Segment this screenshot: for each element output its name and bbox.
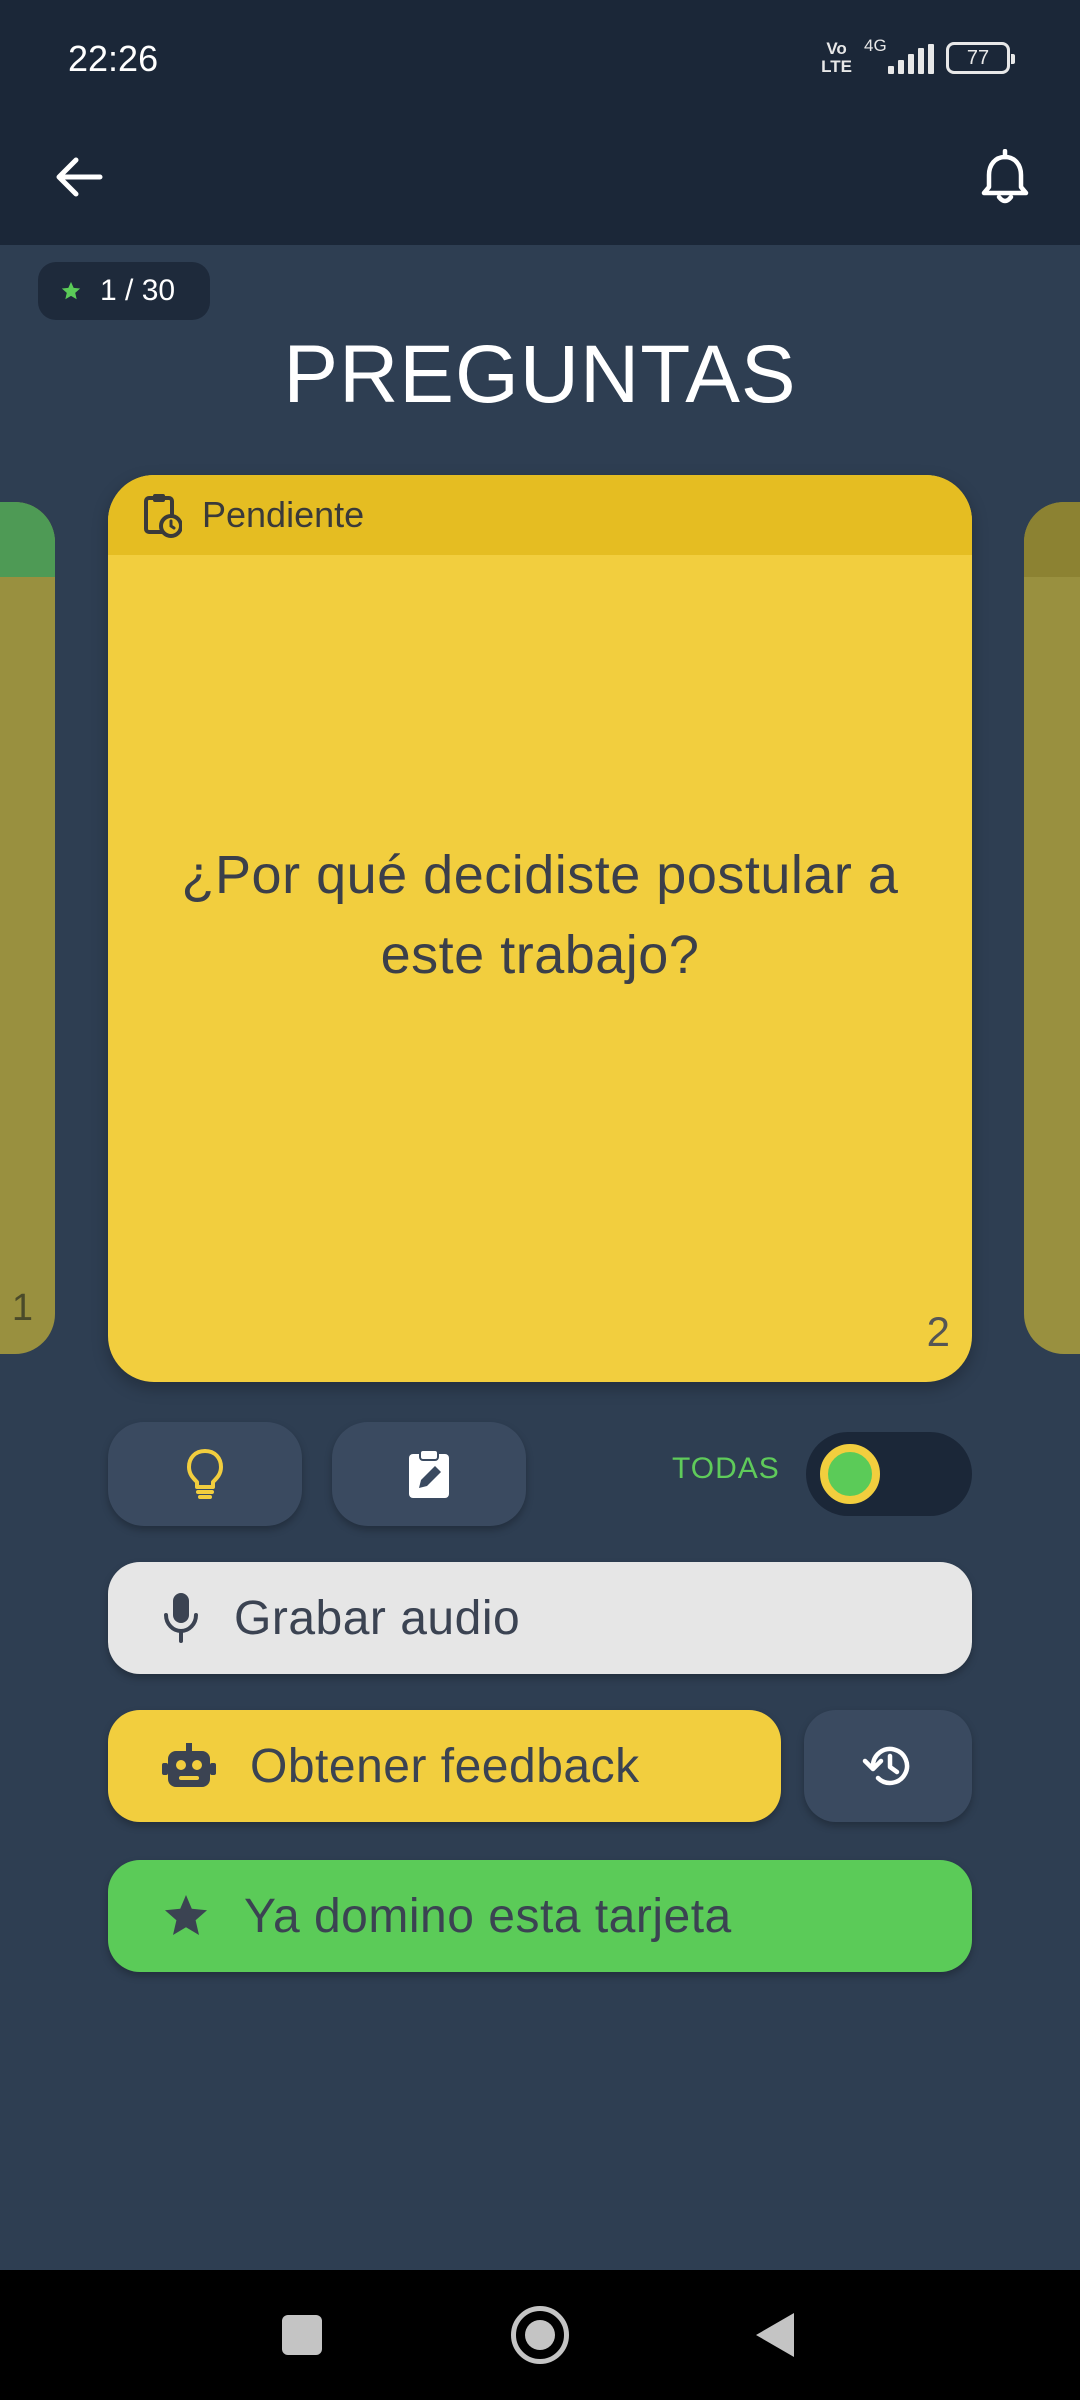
card-status: Pendiente [202, 494, 365, 535]
record-audio-button[interactable]: Grabar audio [108, 1562, 972, 1674]
volte-indicator: Vo LTE [821, 39, 852, 76]
filter-toggle[interactable] [806, 1432, 972, 1516]
clipboard-clock-icon [144, 494, 182, 538]
mastered-label: Ya domino esta tarjeta [244, 1889, 732, 1943]
lightbulb-icon [187, 1449, 223, 1499]
app-bar [0, 120, 1080, 245]
card-header: Pendiente [108, 475, 972, 555]
system-nav-bar [0, 2270, 1080, 2400]
record-audio-label: Grabar audio [234, 1591, 521, 1645]
notes-button[interactable] [332, 1422, 526, 1526]
previous-card[interactable]: 1 [0, 502, 55, 1354]
status-time: 22:26 [68, 38, 159, 79]
previous-card-number: 1 [11, 1287, 33, 1329]
battery-icon: 77 [946, 42, 1015, 74]
robot-icon [162, 1743, 216, 1787]
next-card[interactable] [1024, 502, 1080, 1354]
signal-icon: 4G [864, 36, 934, 80]
question-card[interactable]: Pendiente ¿Por qué decidiste postular a … [108, 475, 972, 1382]
hint-button[interactable] [108, 1422, 302, 1526]
star-icon [61, 281, 81, 300]
history-icon [862, 1746, 910, 1786]
back-button[interactable] [44, 142, 114, 212]
microphone-icon [164, 1593, 198, 1643]
toggle-knob [820, 1444, 880, 1504]
recents-button[interactable] [282, 2315, 322, 2355]
network-type: 4G [864, 36, 887, 55]
card-number: 2 [926, 1308, 950, 1355]
history-button[interactable] [804, 1710, 972, 1822]
notifications-button[interactable] [970, 142, 1040, 212]
system-back-button[interactable] [756, 2313, 794, 2357]
arrow-left-icon [56, 157, 103, 197]
progress-text: 1 / 30 [100, 274, 176, 307]
bell-icon [981, 149, 1029, 204]
star-icon [165, 1895, 207, 1935]
progress-indicator: 1 / 30 [38, 262, 210, 320]
battery-level: 77 [966, 46, 990, 69]
clipboard-edit-icon [409, 1449, 449, 1498]
card-question: ¿Por qué decidiste postular a este traba… [181, 845, 899, 985]
get-feedback-label: Obtener feedback [250, 1739, 640, 1793]
page-title: PREGUNTAS [283, 329, 797, 420]
mastered-button[interactable]: Ya domino esta tarjeta [108, 1860, 972, 1972]
home-button[interactable] [511, 2306, 569, 2364]
previous-card-header [0, 502, 55, 577]
next-card-header [1024, 502, 1080, 577]
status-bar: 22:26 Vo LTE 4G 77 [0, 0, 1080, 120]
status-icons: Vo LTE 4G 77 [821, 36, 1015, 80]
filter-label: TODAS [672, 1452, 780, 1485]
get-feedback-button[interactable]: Obtener feedback [108, 1710, 781, 1822]
